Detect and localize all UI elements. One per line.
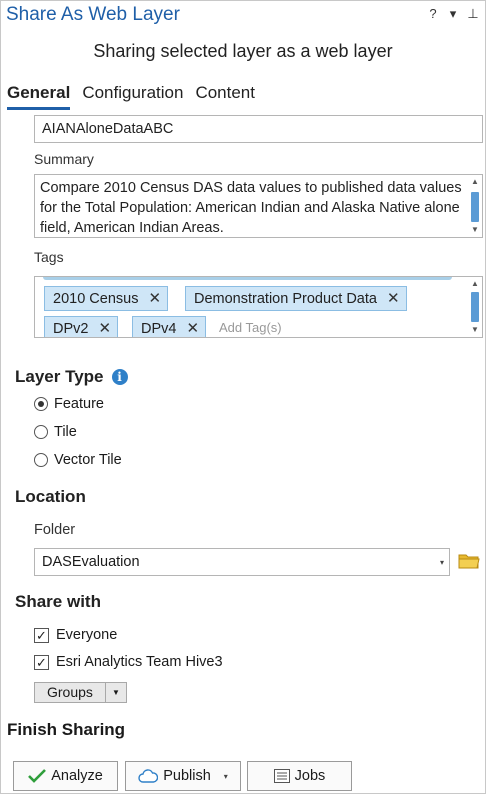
jobs-label: Jobs <box>294 768 326 784</box>
scroll-down-icon[interactable]: ▼ <box>469 224 481 236</box>
radio-label: Vector Tile <box>54 452 122 468</box>
analyze-label: Analyze <box>51 768 103 784</box>
tag-label: DPv2 <box>53 321 89 337</box>
layer-type-heading: Layer Type i <box>15 367 128 387</box>
groups-dropdown[interactable]: Groups ▼ <box>34 682 127 703</box>
remove-tag-icon[interactable]: ✕ <box>186 317 199 337</box>
scroll-up-icon[interactable]: ▲ <box>469 176 481 188</box>
tag-label: 2010 Census <box>53 291 139 307</box>
tags-scrollbar[interactable]: ▲ ▼ <box>469 278 481 336</box>
add-tag-input[interactable]: Add Tag(s) <box>219 320 282 335</box>
help-icon[interactable]: ? <box>427 6 439 22</box>
summary-label: Summary <box>34 151 94 167</box>
remove-tag-icon[interactable]: ✕ <box>387 287 400 310</box>
share-with-heading: Share with <box>15 592 101 611</box>
remove-tag-icon[interactable]: ✕ <box>148 287 161 310</box>
scroll-thumb[interactable] <box>471 192 479 222</box>
folder-select-value: DASEvaluation <box>42 554 140 570</box>
checkbox-team[interactable]: ✓ Esri Analytics Team Hive3 <box>34 654 223 670</box>
radio-tile[interactable]: Tile <box>34 424 77 440</box>
cloud-icon <box>138 769 159 783</box>
tab-configuration[interactable]: Configuration <box>82 83 183 110</box>
tags-field[interactable]: 2010 Census ✕ Demonstration Product Data ✕… <box>34 276 483 338</box>
folder-label: Folder <box>34 522 76 538</box>
finish-sharing-heading: Finish Sharing <box>7 720 126 739</box>
share-pane: Share As Web Layer ? ▾ ⊥ Sharing selecte… <box>0 0 486 794</box>
name-field[interactable]: AIANAloneDataABC <box>34 115 483 143</box>
pin-icon[interactable]: ⊥ <box>467 6 479 22</box>
info-icon[interactable]: i <box>111 369 128 385</box>
location-heading: Location <box>15 487 86 506</box>
checkbox-everyone[interactable]: ✓ Everyone <box>34 627 117 643</box>
chevron-down-icon[interactable]: ▾ <box>440 558 444 567</box>
folder-icon[interactable] <box>458 552 480 570</box>
radio-label: Feature <box>54 396 104 412</box>
publish-label: Publish <box>163 768 211 784</box>
tag-chip: DPv2 ✕ <box>44 316 119 337</box>
title-bar-controls: ? ▾ ⊥ <box>427 6 479 22</box>
tag-chip: 2010 Census ✕ <box>44 286 169 311</box>
radio-button[interactable] <box>34 425 48 439</box>
radio-vector-tile[interactable]: Vector Tile <box>34 452 122 468</box>
checkbox[interactable]: ✓ <box>34 654 49 670</box>
list-icon <box>273 769 290 783</box>
scroll-down-icon[interactable]: ▼ <box>469 324 481 336</box>
scroll-up-icon[interactable]: ▲ <box>469 278 481 290</box>
publish-button[interactable]: Publish ▾ <box>125 761 241 791</box>
analyze-button[interactable]: Analyze <box>13 761 118 791</box>
title-bar: Share As Web Layer ? ▾ ⊥ <box>1 1 485 29</box>
tag-label: DPv4 <box>141 321 177 337</box>
tab-content[interactable]: Content <box>195 83 255 110</box>
summary-text: Compare 2010 Census DAS data values to p… <box>40 180 462 236</box>
tag-chip: DPv4 ✕ <box>132 316 207 337</box>
radio-label: Tile <box>54 424 77 440</box>
radio-button[interactable] <box>34 453 48 467</box>
tag-chip: Demonstration Product Data ✕ <box>185 286 407 311</box>
radio-button-selected[interactable] <box>34 397 48 411</box>
pane-subtitle: Sharing selected layer as a web layer <box>93 41 393 61</box>
tab-general[interactable]: General <box>7 83 71 110</box>
tags-label: Tags <box>34 249 64 265</box>
scroll-thumb[interactable] <box>471 292 479 322</box>
checkbox-label: Esri Analytics Team Hive3 <box>56 654 223 670</box>
radio-feature[interactable]: Feature <box>34 396 104 412</box>
chevron-down-icon[interactable]: ▾ <box>224 772 228 781</box>
summary-scrollbar[interactable]: ▲ ▼ <box>469 176 481 236</box>
checkbox-label: Everyone <box>56 627 118 643</box>
checkbox[interactable]: ✓ <box>34 627 49 643</box>
remove-tag-icon[interactable]: ✕ <box>98 317 111 337</box>
tag-label: Demonstration Product Data <box>194 291 377 307</box>
tag-row-partial <box>43 277 452 280</box>
tab-strip: General Configuration Content <box>7 83 255 110</box>
layer-type-heading-text: Layer Type <box>15 367 104 386</box>
folder-select[interactable]: DASEvaluation ▾ <box>34 548 450 576</box>
jobs-button[interactable]: Jobs <box>247 761 352 791</box>
pane-title: Share As Web Layer <box>6 4 180 25</box>
chevron-down-icon[interactable]: ▼ <box>106 683 126 702</box>
menu-dropdown-icon[interactable]: ▾ <box>447 6 459 22</box>
groups-button[interactable]: Groups <box>35 683 106 702</box>
summary-field[interactable]: Compare 2010 Census DAS data values to p… <box>34 174 483 238</box>
checkmark-icon <box>28 769 47 783</box>
